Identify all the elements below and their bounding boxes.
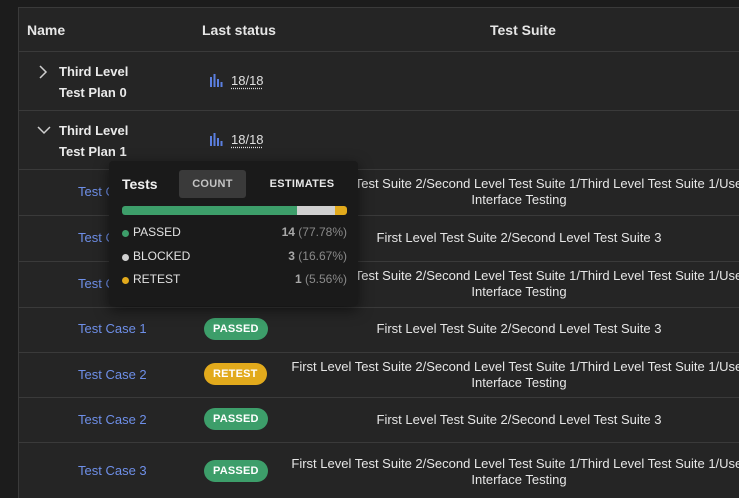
- chevron-right-icon[interactable]: [37, 65, 49, 79]
- status-progress-bar: [122, 206, 347, 215]
- retest-dot-icon: [122, 277, 129, 284]
- last-status[interactable]: 18/18: [210, 73, 264, 88]
- passed-dot-icon: [122, 230, 129, 237]
- status-count[interactable]: 18/18: [231, 73, 264, 88]
- column-header-name[interactable]: Name: [27, 22, 65, 38]
- suite-path: First Level Test Suite 2/Second Level Te…: [376, 412, 662, 427]
- legend-item-blocked: BLOCKED 3 (16.67%): [122, 249, 347, 265]
- progress-segment-blocked: [297, 206, 335, 215]
- last-status[interactable]: 18/18: [210, 132, 264, 147]
- test-case-link[interactable]: Test Case 2: [78, 412, 147, 427]
- status-badge: PASSED: [204, 408, 268, 430]
- suite-path: First Level Test Suite 2/Second Level Te…: [376, 321, 662, 336]
- column-header-last-status[interactable]: Last status: [202, 22, 276, 38]
- status-badge: RETEST: [204, 363, 267, 385]
- tab-count[interactable]: COUNT: [179, 170, 246, 198]
- tab-estimates[interactable]: ESTIMATES: [262, 170, 342, 198]
- table-row[interactable]: Test Case 1 PASSED First Level Test Suit…: [19, 308, 739, 353]
- status-breakdown-popover: Tests COUNT ESTIMATES PASSED 14 (77.78%)…: [109, 161, 358, 306]
- legend-item-passed: PASSED 14 (77.78%): [122, 225, 347, 241]
- progress-segment-retest: [334, 206, 347, 215]
- bar-chart-icon: [210, 133, 223, 146]
- chevron-down-icon[interactable]: [37, 124, 51, 136]
- progress-segment-passed: [122, 206, 297, 215]
- table-row[interactable]: Test Case 3 PASSED First Level Test Suit…: [19, 443, 739, 498]
- plan-name[interactable]: Third Level Test Plan 0: [59, 61, 128, 103]
- test-case-link[interactable]: Test Case 2: [78, 367, 147, 382]
- table-row[interactable]: Third Level Test Plan 0 18/18: [19, 52, 739, 111]
- bar-chart-icon: [210, 74, 223, 87]
- legend-item-retest: RETEST 1 (5.56%): [122, 272, 347, 288]
- plan-name[interactable]: Third Level Test Plan 1: [59, 120, 128, 162]
- column-header-test-suite[interactable]: Test Suite: [490, 22, 556, 38]
- suite-path: First Level Test Suite 2/Second Level Te…: [291, 359, 739, 390]
- popover-title: Tests: [122, 176, 158, 192]
- status-badge: PASSED: [204, 318, 268, 340]
- status-badge: PASSED: [204, 460, 268, 482]
- blocked-dot-icon: [122, 254, 129, 261]
- table-row[interactable]: Test Case 2 RETEST First Level Test Suit…: [19, 353, 739, 398]
- table-row[interactable]: Test Case 2 PASSED First Level Test Suit…: [19, 398, 739, 443]
- test-case-link[interactable]: Test Case 3: [78, 463, 147, 478]
- table-header: Name Last status Test Suite: [19, 8, 739, 52]
- status-count[interactable]: 18/18: [231, 132, 264, 147]
- suite-path: First Level Test Suite 2/Second Level Te…: [291, 456, 739, 487]
- test-case-link[interactable]: Test Case 1: [78, 321, 147, 336]
